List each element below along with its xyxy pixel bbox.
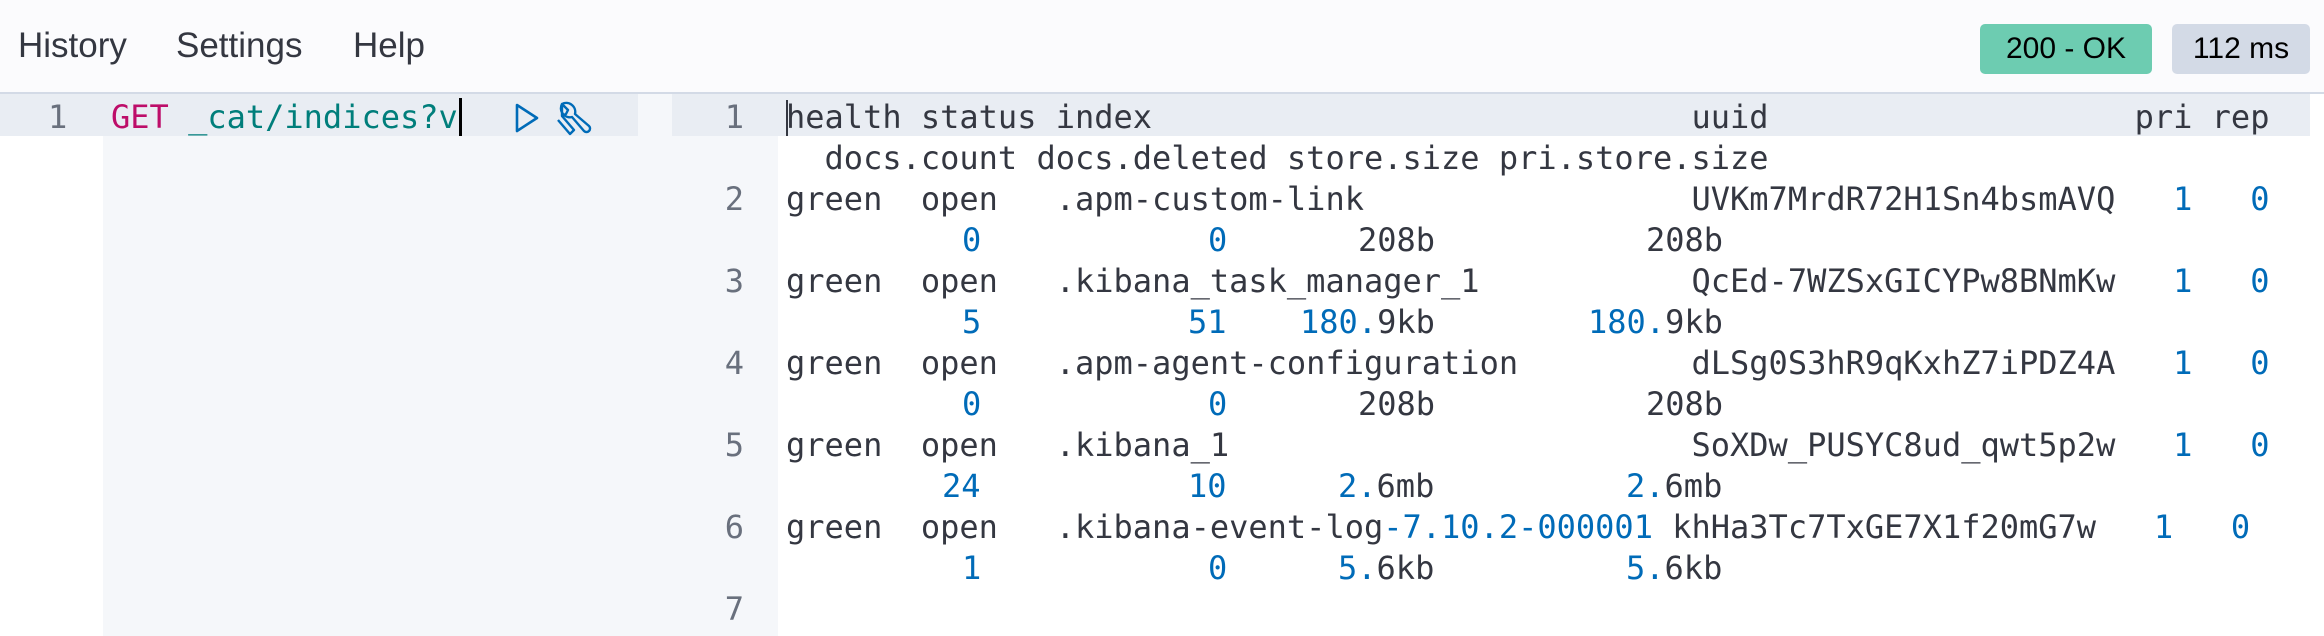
pri-store-size-unit: 9kb: [1665, 303, 1723, 341]
table-row: green open .kibana_task_manager_1 QcEd-7…: [786, 262, 2269, 300]
rep-value: 0: [2250, 180, 2270, 218]
pri-value: 1: [2173, 180, 2193, 218]
store-size: 180.9kb: [1300, 303, 1435, 341]
health-status: green open: [786, 508, 1056, 546]
table-row: green open .apm-custom-link UVKm7MrdR72H…: [786, 180, 2269, 218]
response-line-number: 1: [724, 98, 744, 136]
pri-store-size: 208b: [1646, 385, 1724, 423]
panel-resizer[interactable]: [638, 94, 672, 636]
menu-history[interactable]: History: [18, 26, 127, 66]
index-name: .kibana_task_manager_1: [1055, 262, 1480, 300]
pri-value: 1: [2173, 262, 2193, 300]
pri-store-size-number: 180.: [1588, 303, 1666, 341]
top-nav: History Settings Help 200 - OK 112 ms: [0, 0, 2324, 94]
time-badge: 112 ms: [2172, 24, 2310, 74]
docs-count: 24: [942, 467, 981, 505]
pri-store-size-number: 2.: [1626, 467, 1665, 505]
pri-store-size-unit: 6mb: [1664, 467, 1723, 505]
response-line-number: 6: [724, 508, 744, 546]
table-row: green open .apm-agent-configuration dLSg…: [786, 344, 2269, 382]
store-size: 208b: [1358, 385, 1436, 423]
table-row: green open .kibana_1 SoXDw_PUSYC8ud_qwt5…: [786, 426, 2269, 464]
docs-deleted: 0: [1208, 385, 1228, 423]
index-uuid: UVKm7MrdR72H1Sn4bsmAVQ: [1691, 180, 2116, 218]
store-size-number: 5.: [1338, 549, 1377, 587]
index-name: .apm-agent-configuration: [1055, 344, 1519, 382]
store-size-number: 180.: [1300, 303, 1378, 341]
response-header-line: health status index uuid pri rep: [786, 98, 2269, 136]
docs-count: 0: [962, 221, 982, 259]
docs-count: 5: [962, 303, 982, 341]
rep-value: 0: [2230, 508, 2251, 546]
response-line-number: 2: [724, 180, 744, 218]
header-pri: pri: [2134, 98, 2193, 136]
store-size-unit: 6mb: [1376, 467, 1435, 505]
index-uuid: QcEd-7WZSxGICYPw8BNmKw: [1691, 262, 2116, 300]
pri-value: 1: [2153, 508, 2174, 546]
index-uuid: khHa3Tc7TxGE7X1f20mG7w: [1672, 508, 2097, 546]
request-editor[interactable]: [103, 94, 638, 636]
store-size: 208b: [1358, 221, 1436, 259]
index-name-suffix: -7.10.2-000001: [1383, 508, 1653, 546]
store-size-unit: 6kb: [1376, 549, 1435, 587]
rep-value: 0: [2250, 344, 2270, 382]
docs-count: 0: [962, 385, 982, 423]
rep-value: 0: [2250, 262, 2270, 300]
menu-settings[interactable]: Settings: [176, 26, 302, 66]
pri-value: 1: [2173, 426, 2193, 464]
response-line-number: 3: [724, 262, 744, 300]
status-badge: 200 - OK: [1980, 24, 2152, 74]
header-rep: rep: [2211, 98, 2270, 136]
wrench-icon[interactable]: [554, 98, 596, 140]
play-icon[interactable]: [508, 100, 544, 136]
index-uuid: dLSg0S3hR9qKxhZ7iPDZ4A: [1691, 344, 2116, 382]
docs-deleted: 0: [1208, 221, 1228, 259]
table-row: green open .kibana-event-log-7.10.2-0000…: [786, 508, 2250, 546]
response-line-number: 5: [724, 426, 744, 464]
pri-store-size-number: 5.: [1626, 549, 1665, 587]
pri-store-size: 2.6mb: [1626, 467, 1722, 505]
pri-value: 1: [2173, 344, 2193, 382]
rep-value: 0: [2250, 426, 2270, 464]
request-line-number: 1: [48, 98, 68, 136]
request-path: _cat/indices?v: [188, 98, 458, 136]
store-size-number: 2.: [1338, 467, 1377, 505]
docs-deleted: 0: [1208, 549, 1228, 587]
store-size-unit: 9kb: [1377, 303, 1435, 341]
health-status: green open: [786, 262, 1056, 300]
store-size: 5.6kb: [1338, 549, 1434, 587]
health-status: green open: [786, 180, 1056, 218]
request-gutter: [0, 94, 103, 636]
pri-store-size: 208b: [1646, 221, 1724, 259]
header-text: health status index uuid: [786, 98, 2135, 136]
store-size: 2.6mb: [1338, 467, 1434, 505]
health-status: green open: [786, 426, 1056, 464]
pri-store-size: 5.6kb: [1626, 549, 1722, 587]
text-cursor: [458, 98, 462, 136]
pri-store-size-unit: 6kb: [1664, 549, 1723, 587]
menu-help[interactable]: Help: [353, 26, 425, 66]
docs-count: 1: [962, 549, 982, 587]
docs-deleted: 10: [1188, 467, 1227, 505]
request-line[interactable]: GET _cat/indices?v: [111, 98, 462, 136]
docs-deleted: 51: [1188, 303, 1227, 341]
index-name: .kibana_1: [1055, 426, 1230, 464]
response-header-wrap: docs.count docs.deleted store.size pri.s…: [786, 139, 1769, 177]
response-line-number: 7: [724, 590, 744, 628]
request-method: GET: [111, 98, 169, 136]
index-uuid: SoXDw_PUSYC8ud_qwt5p2w: [1691, 426, 2116, 464]
pri-store-size: 180.9kb: [1588, 303, 1723, 341]
health-status: green open: [786, 344, 1056, 382]
response-line-number: 4: [724, 344, 744, 382]
index-name: .kibana-event-log: [1055, 508, 1384, 546]
index-name: .apm-custom-link: [1055, 180, 1364, 218]
